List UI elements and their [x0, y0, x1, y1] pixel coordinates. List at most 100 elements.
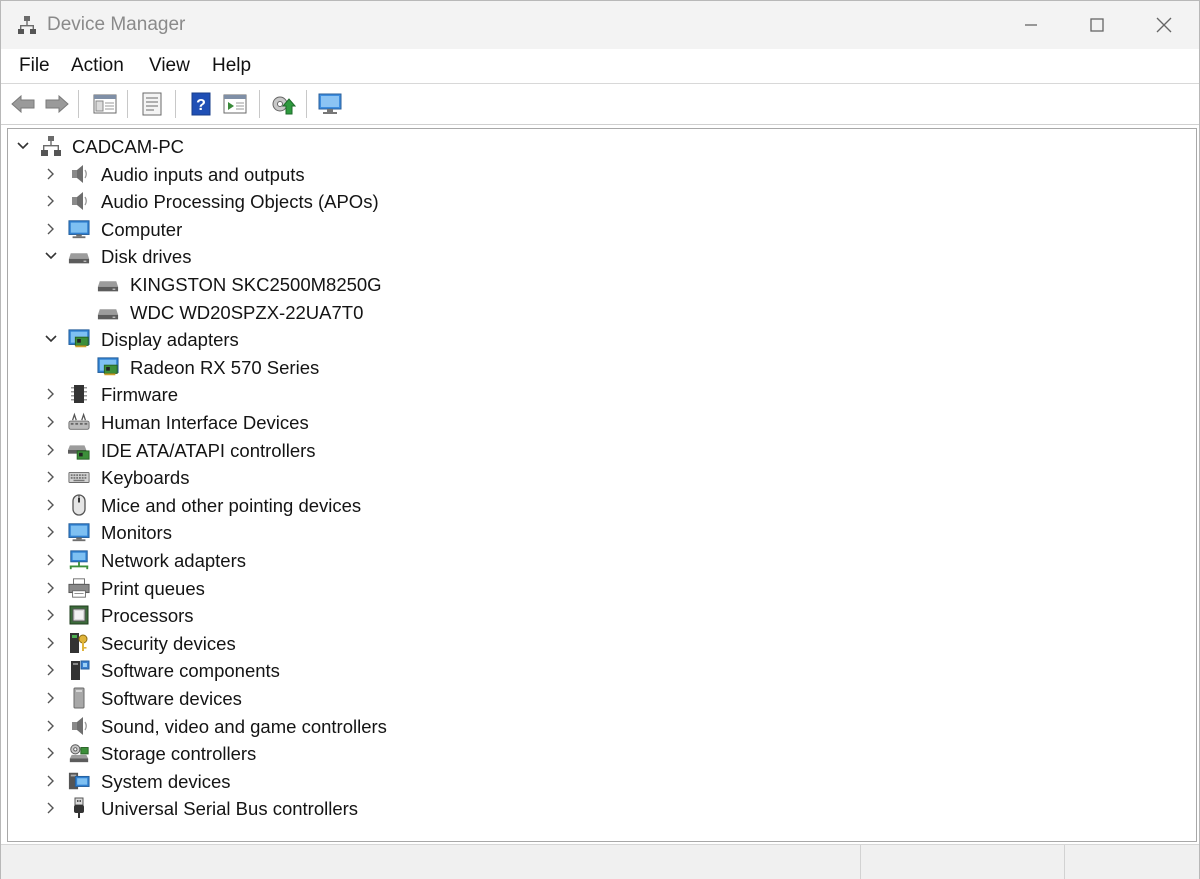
tree-category-audio-inputs-and-outputs[interactable]: Audio inputs and outputs — [8, 161, 1188, 187]
tree-item-label[interactable]: Universal Serial Bus controllers — [101, 798, 358, 820]
tree-category-processors[interactable]: Processors — [8, 602, 1188, 628]
tree-category-monitors[interactable]: Monitors — [8, 519, 1188, 545]
tree-category-mice-and-other-pointing-devices[interactable]: Mice and other pointing devices — [8, 492, 1188, 518]
maximize-icon — [1090, 18, 1104, 32]
svg-text:?: ? — [196, 97, 206, 114]
forward-button[interactable] — [43, 90, 71, 118]
tree-category-storage-controllers[interactable]: Storage controllers — [8, 740, 1188, 766]
expand-chevron-icon[interactable] — [44, 608, 58, 622]
tree-item-label[interactable]: Mice and other pointing devices — [101, 495, 361, 517]
tree-category-software-components[interactable]: Software components — [8, 657, 1188, 683]
expand-chevron-icon[interactable] — [44, 415, 58, 429]
status-divider — [1064, 845, 1065, 879]
scan-hardware-button[interactable] — [317, 90, 345, 118]
tree-category-disk-drives[interactable]: Disk drives — [8, 243, 1188, 269]
tree-item-label[interactable]: System devices — [101, 771, 231, 793]
tree-device-radeon-rx-570-series[interactable]: Radeon RX 570 Series — [8, 354, 1188, 380]
tree-item-label[interactable]: Network adapters — [101, 550, 246, 572]
tree-item-label[interactable]: Human Interface Devices — [101, 412, 309, 434]
tree-category-audio-processing-objects-apos[interactable]: Audio Processing Objects (APOs) — [8, 188, 1188, 214]
tree-category-human-interface-devices[interactable]: Human Interface Devices — [8, 409, 1188, 435]
close-icon — [1156, 17, 1172, 33]
title-bar[interactable]: Device Manager — [1, 1, 1199, 49]
tree-category-sound-video-and-game-controllers[interactable]: Sound, video and game controllers — [8, 713, 1188, 739]
tree-item-label[interactable]: Firmware — [101, 384, 178, 406]
tree-item-label[interactable]: Radeon RX 570 Series — [130, 357, 319, 379]
tree-category-firmware[interactable]: Firmware — [8, 381, 1188, 407]
status-divider — [860, 845, 861, 879]
tree-category-system-devices[interactable]: System devices — [8, 768, 1188, 794]
expand-chevron-icon[interactable] — [44, 774, 58, 788]
tree-item-label[interactable]: WDC WD20SPZX-22UA7T0 — [130, 302, 363, 324]
tree-category-display-adapters[interactable]: Display adapters — [8, 326, 1188, 352]
tree-item-label[interactable]: Audio inputs and outputs — [101, 164, 305, 186]
menu-help[interactable]: Help — [210, 55, 253, 77]
tree-item-label[interactable]: Monitors — [101, 522, 172, 544]
expand-chevron-icon[interactable] — [44, 663, 58, 677]
tree-device-wdc-wd20spzx-22ua7t0[interactable]: WDC WD20SPZX-22UA7T0 — [8, 299, 1188, 325]
expand-chevron-icon[interactable] — [44, 194, 58, 208]
tree-item-label[interactable]: Software components — [101, 660, 280, 682]
tree-category-keyboards[interactable]: Keyboards — [8, 464, 1188, 490]
collapse-chevron-icon[interactable] — [44, 249, 58, 263]
tree-item-label[interactable]: Keyboards — [101, 467, 189, 489]
expand-chevron-icon[interactable] — [44, 167, 58, 181]
expand-chevron-icon[interactable] — [44, 470, 58, 484]
expand-chevron-icon[interactable] — [44, 581, 58, 595]
update-driver-button[interactable] — [269, 90, 297, 118]
expand-chevron-icon[interactable] — [44, 719, 58, 733]
tree-item-label[interactable]: Display adapters — [101, 329, 239, 351]
toolbar-separator — [78, 90, 79, 118]
tree-device-kingston-skc2500m8250g[interactable]: KINGSTON SKC2500M8250G — [8, 271, 1188, 297]
expand-chevron-icon[interactable] — [44, 636, 58, 650]
expand-chevron-icon[interactable] — [44, 746, 58, 760]
expand-chevron-icon[interactable] — [44, 498, 58, 512]
maximize-button[interactable] — [1064, 1, 1130, 49]
device-tree[interactable]: CADCAM-PC Audio inputs and outputs Audio P… — [7, 128, 1197, 842]
properties-button[interactable] — [138, 90, 166, 118]
show-hide-console-tree-icon — [93, 94, 117, 114]
close-button[interactable] — [1131, 1, 1197, 49]
help-icon: ? — [191, 92, 211, 116]
tree-item-label[interactable]: Storage controllers — [101, 743, 256, 765]
expand-chevron-icon[interactable] — [44, 801, 58, 815]
action-pane-button[interactable] — [221, 90, 249, 118]
tree-item-label[interactable]: KINGSTON SKC2500M8250G — [130, 274, 382, 296]
expand-chevron-icon[interactable] — [44, 222, 58, 236]
tree-item-label[interactable]: IDE ATA/ATAPI controllers — [101, 440, 316, 462]
back-button[interactable] — [9, 90, 37, 118]
menu-view[interactable]: View — [147, 55, 192, 77]
menu-action[interactable]: Action — [69, 55, 126, 77]
tree-category-security-devices[interactable]: Security devices — [8, 630, 1188, 656]
tree-root-computer[interactable]: CADCAM-PC — [8, 133, 1188, 159]
tree-item-label[interactable]: Sound, video and game controllers — [101, 716, 387, 738]
tree-item-label[interactable]: Processors — [101, 605, 194, 627]
tree-category-software-devices[interactable]: Software devices — [8, 685, 1188, 711]
collapse-chevron-icon[interactable] — [44, 332, 58, 346]
tree-item-label[interactable]: Security devices — [101, 633, 236, 655]
tree-category-ide-ata-atapi-controllers[interactable]: IDE ATA/ATAPI controllers — [8, 437, 1188, 463]
expand-chevron-icon[interactable] — [44, 553, 58, 567]
show-hide-console-tree-button[interactable] — [91, 90, 119, 118]
expand-chevron-icon[interactable] — [44, 387, 58, 401]
toolbar-separator — [259, 90, 260, 118]
expand-chevron-icon[interactable] — [44, 443, 58, 457]
tree-item-label[interactable]: Software devices — [101, 688, 242, 710]
tree-category-print-queues[interactable]: Print queues — [8, 575, 1188, 601]
collapse-chevron-icon[interactable] — [16, 139, 30, 153]
tree-item-label[interactable]: Print queues — [101, 578, 205, 600]
speaker-icon — [68, 190, 90, 212]
expand-chevron-icon[interactable] — [44, 691, 58, 705]
expand-chevron-icon[interactable] — [44, 525, 58, 539]
tree-category-universal-serial-bus-controllers[interactable]: Universal Serial Bus controllers — [8, 795, 1188, 821]
action-pane-icon — [223, 94, 247, 114]
tree-item-label[interactable]: Audio Processing Objects (APOs) — [101, 191, 379, 213]
menu-file[interactable]: File — [17, 55, 52, 77]
tree-item-label[interactable]: CADCAM-PC — [72, 136, 184, 158]
minimize-button[interactable] — [998, 1, 1064, 49]
tree-item-label[interactable]: Computer — [101, 219, 182, 241]
help-button[interactable]: ? — [187, 90, 215, 118]
tree-category-computer[interactable]: Computer — [8, 216, 1188, 242]
tree-category-network-adapters[interactable]: Network adapters — [8, 547, 1188, 573]
tree-item-label[interactable]: Disk drives — [101, 246, 191, 268]
